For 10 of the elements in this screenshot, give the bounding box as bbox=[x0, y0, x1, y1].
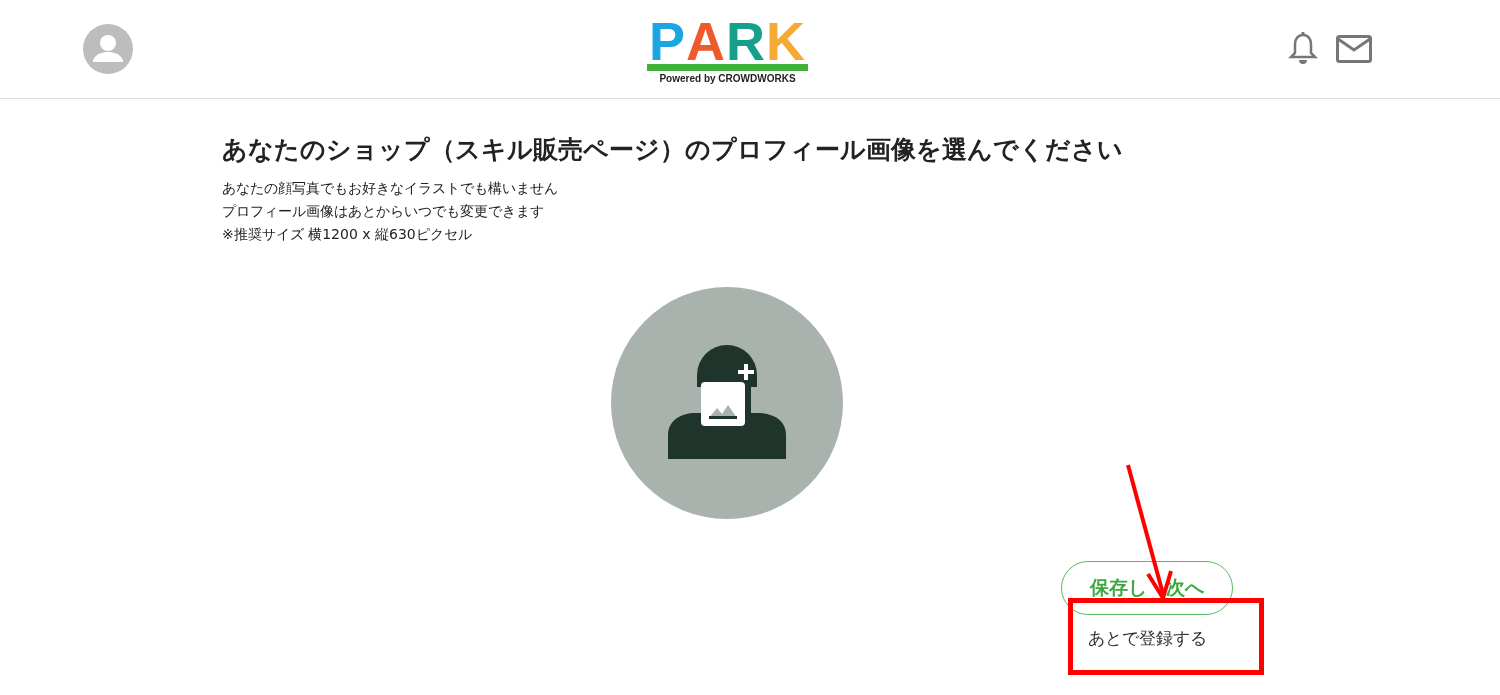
hint-text: あなたの顔写真でもお好きなイラストでも構いません bbox=[222, 179, 559, 198]
page-title: あなたのショップ（スキル販売ページ）のプロフィール画像を選んでください bbox=[222, 135, 1124, 165]
logo-tagline: Powered by CROWDWORKS bbox=[659, 73, 796, 84]
bell-icon[interactable] bbox=[1288, 32, 1318, 66]
mail-icon[interactable] bbox=[1336, 35, 1372, 63]
add-profile-photo-icon bbox=[668, 345, 786, 461]
park-logo[interactable]: PARK Powered by CROWDWORKS bbox=[647, 14, 808, 84]
register-later-link[interactable]: あとで登録する bbox=[1087, 627, 1207, 650]
hint-text: ※推奨サイズ 横1200 x 縦630ピクセル bbox=[222, 225, 473, 244]
hint-text: プロフィール画像はあとからいつでも変更できます bbox=[222, 202, 545, 221]
